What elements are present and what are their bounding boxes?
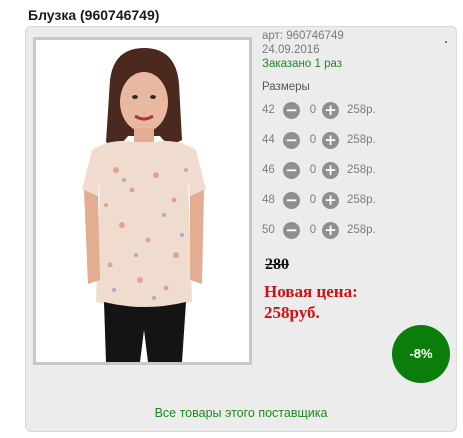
new-price-label: Новая цена: <box>264 282 358 301</box>
size-value: 50 <box>262 224 275 236</box>
quantity-value: 0 <box>309 104 317 116</box>
new-price-value: 258руб. <box>264 303 320 322</box>
order-count: Заказано 1 раз <box>262 58 343 70</box>
article-number: арт: 960746749 <box>262 30 344 42</box>
size-value: 42 <box>262 104 275 116</box>
minus-circle-icon[interactable]: − <box>283 162 300 179</box>
size-value: 46 <box>262 164 275 176</box>
discount-badge: -8% <box>392 325 450 383</box>
product-photo[interactable] <box>33 37 252 365</box>
old-price: 280 <box>265 256 289 273</box>
plus-circle-icon[interactable]: + <box>322 132 339 149</box>
size-value: 48 <box>262 194 275 206</box>
product-info: арт: 960746749 24.09.2016 Заказано 1 раз <box>262 29 344 71</box>
size-value: 44 <box>262 134 275 146</box>
size-price: 258р. <box>347 104 376 116</box>
separator-dot <box>445 41 447 43</box>
minus-circle-icon[interactable]: − <box>283 102 300 119</box>
size-price: 258р. <box>347 224 376 236</box>
plus-circle-icon[interactable]: + <box>322 222 339 239</box>
product-date: 24.09.2016 <box>262 44 320 56</box>
product-title: Блузка (960746749) <box>28 7 160 23</box>
sizes-label: Размеры <box>262 81 310 93</box>
minus-circle-icon[interactable]: − <box>283 192 300 209</box>
new-price: Новая цена: 258руб. <box>264 281 404 323</box>
minus-circle-icon[interactable]: − <box>283 222 300 239</box>
size-price: 258р. <box>347 194 376 206</box>
quantity-value: 0 <box>309 164 317 176</box>
product-image <box>36 40 249 362</box>
size-price: 258р. <box>347 134 376 146</box>
plus-circle-icon[interactable]: + <box>322 192 339 209</box>
quantity-value: 0 <box>309 134 317 146</box>
minus-circle-icon[interactable]: − <box>283 132 300 149</box>
size-price: 258р. <box>347 164 376 176</box>
plus-circle-icon[interactable]: + <box>322 162 339 179</box>
plus-circle-icon[interactable]: + <box>322 102 339 119</box>
supplier-products-link[interactable]: Все товары этого поставщика <box>25 406 457 420</box>
quantity-value: 0 <box>309 224 317 236</box>
quantity-value: 0 <box>309 194 317 206</box>
